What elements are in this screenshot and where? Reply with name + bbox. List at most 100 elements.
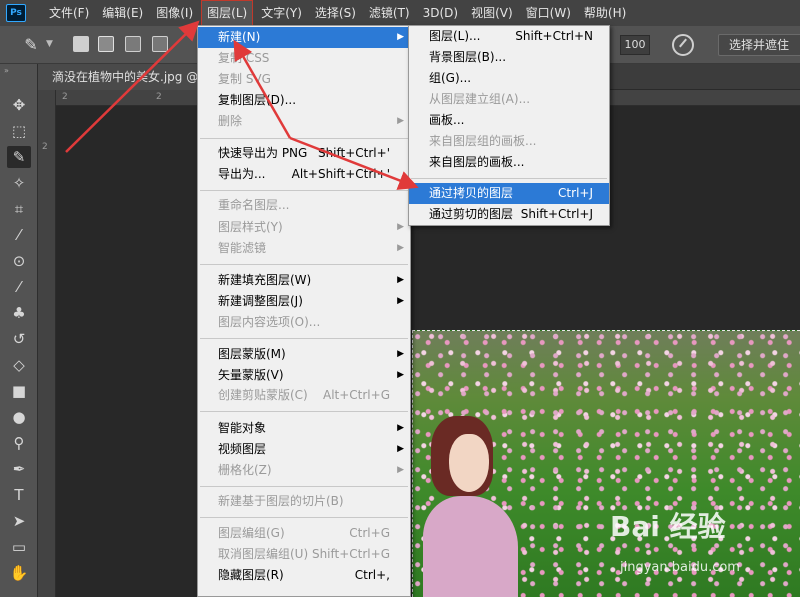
menu-item-video-layer[interactable]: 视频图层 ▶ [198, 439, 410, 460]
submenu-arrow-icon: ▶ [397, 116, 404, 126]
submenu-arrow-icon: ▶ [397, 370, 404, 380]
marquee-tool-icon[interactable]: ⬚ [7, 120, 31, 142]
menu-separator [200, 486, 408, 487]
menu-image[interactable]: 图像(I) [151, 0, 198, 26]
menu-item-ungroup-layers: 取消图层编组(U) Shift+Ctrl+G [218, 547, 390, 561]
new-selection-button[interactable] [73, 36, 89, 52]
menu-item-delete: 删除 ▶ [198, 111, 410, 132]
menu-item-export-as[interactable]: 导出为... Alt+Shift+Ctrl+' [198, 164, 410, 185]
menu-select[interactable]: 选择(S) [310, 0, 361, 26]
woman-body [423, 496, 518, 597]
move-tool-icon[interactable]: ✥ [7, 94, 31, 116]
quick-selection-tool-icon[interactable]: ✎ [20, 34, 42, 56]
menu-separator [200, 411, 408, 412]
submenu-item-layer-via-cut[interactable]: 通过剪切的图层 Shift+Ctrl+J [409, 204, 609, 225]
menu-item-new-fill-layer[interactable]: 新建填充图层(W) ▶ [198, 270, 410, 291]
menu-item-layer-style: 图层样式(Y) ▶ [198, 217, 410, 238]
new-submenu: 图层(L)... Shift+Ctrl+N 背景图层(B)... 组(G)... … [408, 25, 610, 226]
menu-file[interactable]: 文件(F) [44, 0, 94, 26]
intersect-selection-button[interactable] [152, 36, 168, 52]
document-image[interactable] [412, 330, 800, 597]
submenu-item-background-layer[interactable]: 背景图层(B)... [409, 47, 609, 68]
angle-icon[interactable] [672, 34, 694, 56]
submenu-item-artboard-from-layers[interactable]: 来自图层的画板... [409, 152, 609, 173]
menu-separator [200, 338, 408, 339]
menu-item-copy-svg: 复制 SVG [218, 72, 271, 86]
value-field[interactable]: 100 [620, 35, 650, 55]
menu-item-group-layers: 图层编组(G) Ctrl+G [218, 526, 390, 540]
submenu-arrow-icon: ▶ [397, 296, 404, 306]
shape-tool-icon[interactable]: ▭ [7, 536, 31, 558]
menu-item-layer-mask[interactable]: 图层蒙版(M) ▶ [198, 344, 410, 365]
eraser-tool-icon[interactable]: ◇ [7, 354, 31, 376]
tool-panel: » ✥ ⬚ ✎ ✧ ⌗ ⁄ ⊙ ⁄ ♣ ↺ ◇ ■ ● ⚲ ✒ T ➤ ▭ ✋ [0, 64, 38, 597]
menu-item-vector-mask[interactable]: 矢量蒙版(V) ▶ [198, 365, 410, 386]
healing-brush-tool-icon[interactable]: ⊙ [7, 250, 31, 272]
menu-separator [200, 190, 408, 191]
submenu-item-group[interactable]: 组(G)... [409, 68, 609, 89]
crop-tool-icon[interactable]: ⌗ [7, 198, 31, 220]
menu-item-new-adjustment-layer[interactable]: 新建调整图层(J) ▶ [198, 291, 410, 312]
menu-item-layer-content-options: 图层内容选项(O)... [218, 315, 321, 329]
menu-item-quick-export[interactable]: 快速导出为 PNG Shift+Ctrl+' [198, 143, 410, 164]
layer-menu: 新建(N) ▶ 复制 CSS 复制 SVG 复制图层(D)... 删除 ▶ 快速导出… [197, 25, 411, 597]
add-to-selection-button[interactable] [98, 36, 114, 52]
history-brush-tool-icon[interactable]: ↺ [7, 328, 31, 350]
menu-type[interactable]: 文字(Y) [256, 0, 307, 26]
chevron-down-icon[interactable]: ▼ [46, 39, 62, 55]
menu-item-rename-layer: 重命名图层... [218, 198, 290, 212]
ruler-label: 2 [156, 92, 162, 102]
submenu-arrow-icon: ▶ [397, 222, 404, 232]
document-tab[interactable]: 滴没在植物中的美女.jpg @ [38, 64, 203, 90]
menu-item-new-layer-based-slice: 新建基于图层的切片(B) [218, 494, 344, 508]
submenu-item-layer-via-copy[interactable]: 通过拷贝的图层 Ctrl+J [409, 183, 609, 204]
gradient-tool-icon[interactable]: ■ [7, 380, 31, 402]
submenu-arrow-icon: ▶ [397, 465, 404, 475]
submenu-item-artboard-from-group: 来自图层组的画板... [429, 134, 537, 148]
eyedropper-tool-icon[interactable]: ⁄ [7, 224, 31, 246]
type-tool-icon[interactable]: T [7, 484, 31, 506]
ruler-vertical: 2 [38, 90, 56, 597]
brush-tool-icon[interactable]: ⁄ [7, 276, 31, 298]
woman-face [449, 434, 489, 492]
submenu-arrow-icon: ▶ [397, 243, 404, 253]
menu-item-smart-object[interactable]: 智能对象 ▶ [198, 418, 410, 439]
menu-3d[interactable]: 3D(D) [418, 0, 463, 26]
pen-tool-icon[interactable]: ✒ [7, 458, 31, 480]
path-selection-tool-icon[interactable]: ➤ [7, 510, 31, 532]
quick-selection-tool-icon[interactable]: ✎ [7, 146, 31, 168]
magic-wand-tool-icon[interactable]: ✧ [7, 172, 31, 194]
menu-separator [200, 138, 408, 139]
submenu-arrow-icon: ▶ [397, 32, 404, 42]
subtract-from-selection-button[interactable] [125, 36, 141, 52]
menu-separator [411, 178, 607, 179]
menu-separator [200, 264, 408, 265]
menu-view[interactable]: 视图(V) [466, 0, 518, 26]
menu-item-smart-filter: 智能滤镜 ▶ [198, 238, 410, 259]
blur-tool-icon[interactable]: ● [7, 406, 31, 428]
menu-filter[interactable]: 滤镜(T) [364, 0, 415, 26]
ruler-label: 2 [62, 92, 68, 102]
collapse-icon[interactable]: » [4, 66, 9, 75]
menu-item-duplicate-layer[interactable]: 复制图层(D)... [198, 90, 410, 111]
select-and-mask-button[interactable]: 选择并遮住 [718, 34, 800, 56]
menu-item-hide-layers[interactable]: 隐藏图层(R) Ctrl+, [198, 565, 410, 586]
woman-figure [423, 416, 518, 597]
menu-item-copy-css: 复制 CSS [218, 51, 270, 65]
submenu-arrow-icon: ▶ [397, 349, 404, 359]
menu-item-rasterize: 栅格化(Z) ▶ [198, 460, 410, 481]
menu-help[interactable]: 帮助(H) [579, 0, 631, 26]
submenu-item-artboard[interactable]: 画板... [409, 110, 609, 131]
menu-layer[interactable]: 图层(L) [201, 0, 254, 26]
menu-edit[interactable]: 编辑(E) [97, 0, 148, 26]
menu-item-new[interactable]: 新建(N) ▶ [198, 27, 410, 48]
dodge-tool-icon[interactable]: ⚲ [7, 432, 31, 454]
hand-tool-icon[interactable]: ✋ [7, 562, 31, 584]
submenu-arrow-icon: ▶ [397, 423, 404, 433]
submenu-arrow-icon: ▶ [397, 275, 404, 285]
ruler-label: 2 [42, 142, 48, 152]
stamp-tool-icon[interactable]: ♣ [7, 302, 31, 324]
menu-window[interactable]: 窗口(W) [521, 0, 576, 26]
submenu-item-layer[interactable]: 图层(L)... Shift+Ctrl+N [409, 26, 609, 47]
menu-separator [200, 517, 408, 518]
